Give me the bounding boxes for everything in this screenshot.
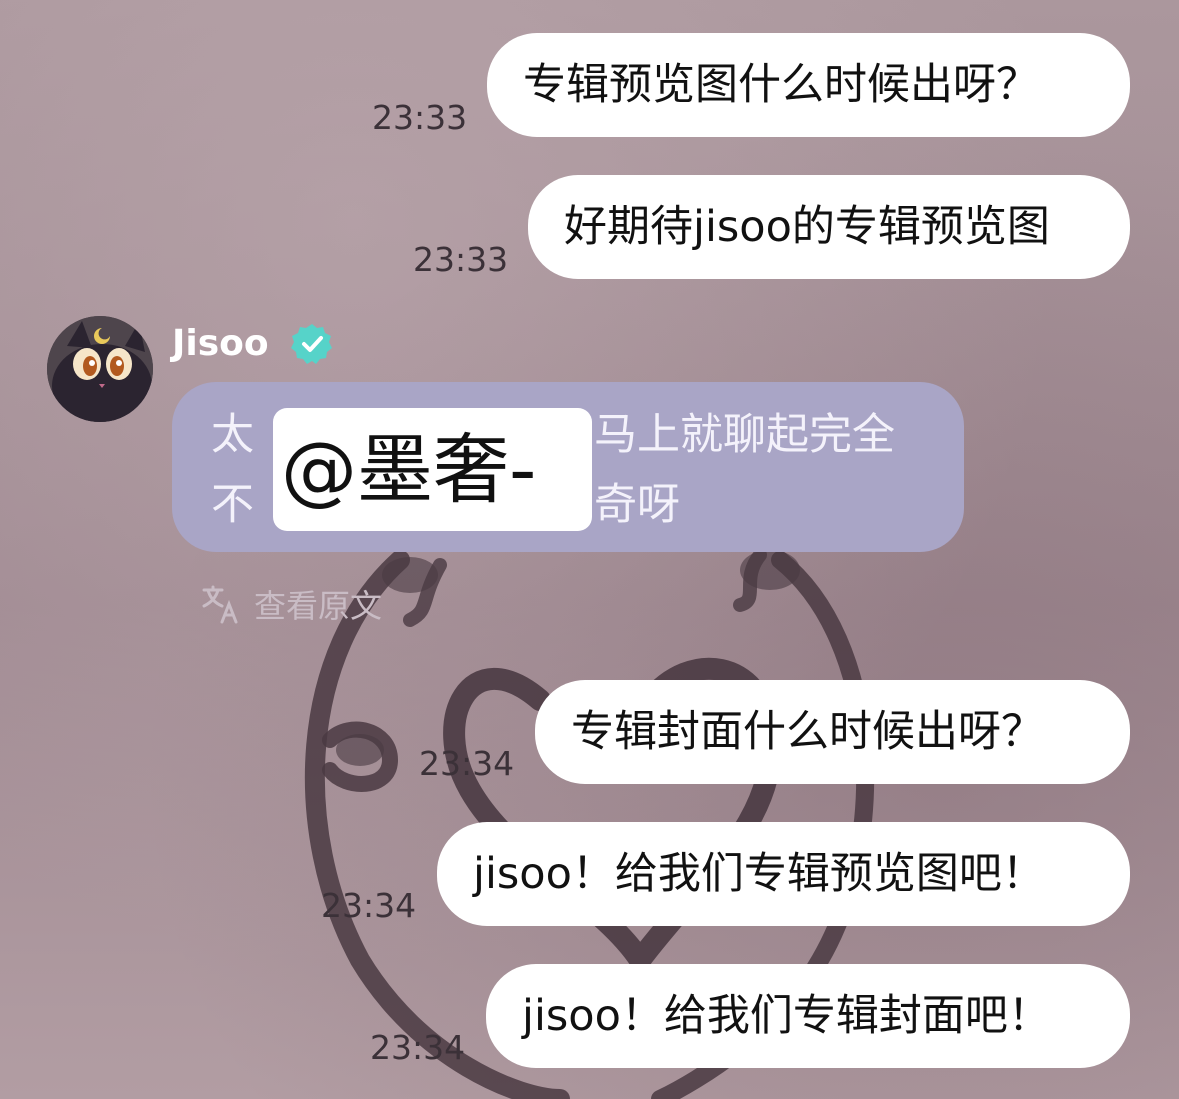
message-text: jisoo！给我们专辑封面吧！ xyxy=(522,991,1051,1041)
avatar[interactable] xyxy=(47,316,153,422)
message-text: 好期待jisoo的专辑预览图 xyxy=(564,202,1050,252)
message-timestamp: 23:34 xyxy=(370,1028,466,1067)
message-timestamp: 23:34 xyxy=(419,744,515,783)
message-text-line2-start: 不 xyxy=(211,480,254,530)
message-bubble-1[interactable]: 专辑预览图什么时候出呀？ xyxy=(487,33,1130,137)
message-timestamp: 23:33 xyxy=(413,240,509,279)
message-text: jisoo！给我们专辑预览图吧！ xyxy=(473,849,1045,899)
message-text-line1-start: 太 xyxy=(211,410,254,460)
message-text-line2-end: 奇呀 xyxy=(594,480,680,530)
sender-name: Jisoo xyxy=(172,323,269,364)
message-timestamp: 23:34 xyxy=(321,886,417,925)
message-bubble-4[interactable]: jisoo！给我们专辑预览图吧！ xyxy=(437,822,1130,926)
view-original-label: 查看原文 xyxy=(254,587,383,625)
message-bubble-5[interactable]: jisoo！给我们专辑封面吧！ xyxy=(486,964,1130,1068)
message-timestamp: 23:33 xyxy=(372,98,468,137)
message-text: 专辑预览图什么时候出呀？ xyxy=(523,60,1039,110)
watermark-label: @墨奢- xyxy=(273,408,592,531)
black-cat-avatar-icon xyxy=(47,316,153,422)
verified-check-icon xyxy=(290,322,334,366)
translate-icon xyxy=(202,585,238,624)
view-original-button[interactable]: 查看原文 xyxy=(200,584,383,625)
message-bubble-3[interactable]: 专辑封面什么时候出呀？ xyxy=(535,680,1130,784)
message-bubble-2[interactable]: 好期待jisoo的专辑预览图 xyxy=(528,175,1130,279)
message-text-line1-end: 马上就聊起完全 xyxy=(594,410,895,460)
message-text: 专辑封面什么时候出呀？ xyxy=(571,707,1044,757)
